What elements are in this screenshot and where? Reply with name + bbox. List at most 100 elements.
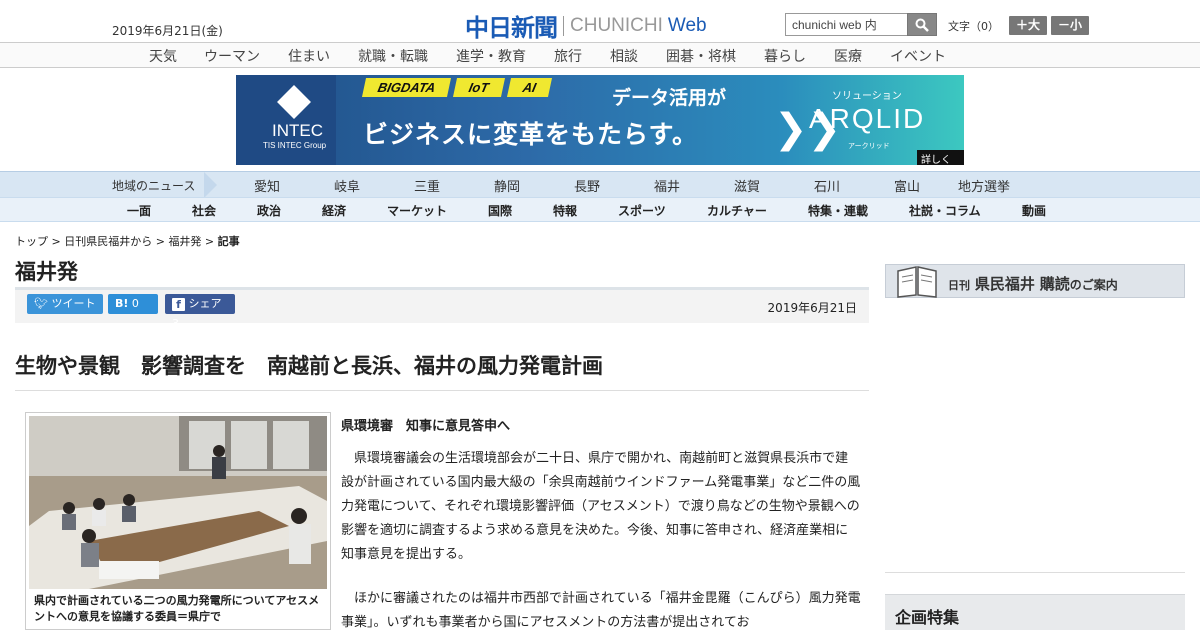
genre-nav-item[interactable]: 囲碁・将棋 bbox=[666, 46, 736, 66]
breadcrumb-separator: > bbox=[201, 235, 218, 248]
logo-english: CHUNICHI bbox=[570, 14, 663, 36]
open-book-icon bbox=[897, 266, 937, 298]
genre-nav-item[interactable]: 進学・教育 bbox=[456, 46, 526, 66]
region-nav-item[interactable]: 長野 bbox=[574, 176, 600, 195]
sidebar-divider bbox=[885, 572, 1185, 573]
category-nav-item[interactable]: カルチャー bbox=[707, 202, 767, 219]
site-header: 2019年6月21日(金) 中日新聞 CHUNICHI Web 文字（0） ＋大… bbox=[0, 0, 1200, 42]
article-headline: 生物や景観 影響調査を 南越前と長浜、福井の風力発電計画 bbox=[15, 354, 603, 378]
photo-caption: 県内で計画されている二つの風力発電所についてアセスメントへの意見を協議する委員＝… bbox=[34, 594, 320, 623]
category-nav-item[interactable]: 社説・コラム bbox=[909, 202, 981, 219]
article-paragraph: 県環境審議会の生活環境部会が二十日、県庁で開かれ、南越前町と滋賀県長浜市で建設が… bbox=[341, 451, 861, 562]
facebook-share-label: シェア bbox=[188, 297, 222, 310]
region-nav-item[interactable]: 富山 bbox=[894, 176, 920, 195]
ad-tags: BIGDATA IoT AI bbox=[361, 78, 556, 97]
ad-brand-sub: TIS INTEC Group bbox=[263, 141, 327, 150]
logo-web: Web bbox=[667, 14, 707, 36]
site-logo[interactable]: 中日新聞 CHUNICHI Web bbox=[465, 8, 707, 43]
ad-more-button[interactable]: 詳しくは bbox=[917, 150, 964, 165]
share-bar: 🐦︎ ツイート B! 0 f シェア 3 2019年6月21日 bbox=[15, 290, 869, 330]
category-nav-item[interactable]: 経済 bbox=[322, 202, 346, 219]
banner-prefix: 日刊 bbox=[948, 279, 970, 292]
font-smaller-button[interactable]: －小 bbox=[1051, 16, 1090, 35]
logo-kanji: 中日新聞 bbox=[465, 13, 558, 42]
region-nav-item[interactable]: 愛知 bbox=[254, 176, 280, 195]
breadcrumb-separator: > bbox=[152, 235, 169, 248]
ad-product-kana: アークリッド bbox=[848, 142, 890, 150]
hatena-count: 0 bbox=[131, 297, 139, 310]
ad-solution-label: ソリューション bbox=[832, 91, 902, 102]
category-nav-item[interactable]: 社会 bbox=[192, 202, 216, 219]
tweet-label: ツイート bbox=[51, 297, 96, 310]
ad-tag: IoT bbox=[453, 78, 505, 97]
hatena-bookmark-button[interactable]: B! 0 bbox=[108, 294, 158, 314]
facebook-share-count: 3 bbox=[172, 317, 179, 330]
genre-nav-item[interactable]: 医療 bbox=[834, 46, 862, 66]
feature-section-header: 企画特集 bbox=[885, 594, 1185, 630]
ad-product-name: ARQLID bbox=[809, 103, 926, 134]
article-photo-figure: 県内で計画されている二つの風力発電所についてアセスメントへの意見を協議する委員＝… bbox=[25, 412, 331, 630]
arrow-right-icon bbox=[204, 172, 224, 198]
category-nav-item[interactable]: 特集・連載 bbox=[808, 202, 868, 219]
logo-divider bbox=[563, 15, 564, 36]
region-nav-item[interactable]: 石川 bbox=[814, 176, 840, 195]
subscription-banner[interactable]: 日刊 県民福井 購読のご案内 bbox=[885, 264, 1185, 298]
genre-nav-item[interactable]: ウーマン bbox=[204, 46, 260, 66]
category-nav-item[interactable]: マーケット bbox=[387, 202, 447, 219]
breadcrumb-parent[interactable]: 日刊県民福井から bbox=[64, 235, 152, 248]
ad-banner[interactable]: INTEC TIS INTEC Group BIGDATA IoT AI データ… bbox=[236, 75, 964, 165]
font-size-label: 文字（0） bbox=[948, 19, 999, 33]
twitter-icon: 🐦︎ bbox=[34, 297, 48, 310]
search-button[interactable] bbox=[907, 13, 937, 36]
region-nav-item[interactable]: 福井 bbox=[654, 176, 680, 195]
region-nav-item[interactable]: 滋賀 bbox=[734, 176, 760, 195]
breadcrumb-separator: > bbox=[48, 235, 65, 248]
category-nav-item[interactable]: 動画 bbox=[1022, 202, 1046, 219]
article-paragraph: ほかに審議されたのは福井市西部で計画されている「福井金毘羅（こんぴら）風力発電事… bbox=[341, 591, 861, 630]
genre-nav-item[interactable]: イベント bbox=[890, 46, 946, 66]
ad-tag: BIGDATA bbox=[361, 78, 452, 97]
subscription-banner-text: 日刊 県民福井 購読のご案内 bbox=[948, 273, 1118, 294]
category-nav-item[interactable]: 政治 bbox=[257, 202, 281, 219]
ad-brand: INTEC bbox=[272, 121, 323, 140]
region-nav-item[interactable]: 地方選挙 bbox=[958, 176, 1010, 195]
category-nav-item[interactable]: 特報 bbox=[553, 202, 577, 219]
genre-nav-item[interactable]: 住まい bbox=[288, 46, 330, 66]
banner-paper-name: 県民福井 bbox=[974, 275, 1035, 293]
facebook-share-button[interactable]: f シェア 3 bbox=[165, 294, 235, 330]
region-nav-label: 地域のニュース bbox=[112, 179, 196, 193]
genre-nav-item[interactable]: 就職・転職 bbox=[358, 46, 428, 66]
ad-headline-2: ビジネスに変革をもたらす。 bbox=[363, 120, 699, 149]
article-date: 2019年6月21日 bbox=[767, 301, 857, 315]
region-nav-item[interactable]: 三重 bbox=[414, 176, 440, 195]
article-photo[interactable] bbox=[29, 416, 327, 589]
breadcrumb-section[interactable]: 福井発 bbox=[168, 235, 201, 248]
breadcrumb-current: 記事 bbox=[217, 235, 240, 248]
category-nav-item[interactable]: スポーツ bbox=[618, 202, 666, 219]
search-input[interactable] bbox=[785, 13, 907, 36]
intec-logo-icon bbox=[277, 85, 311, 119]
site-search bbox=[785, 13, 937, 36]
category-nav-item[interactable]: 国際 bbox=[488, 202, 512, 219]
feature-section-title: 企画特集 bbox=[895, 608, 960, 627]
genre-nav-item[interactable]: 相談 bbox=[610, 46, 638, 66]
region-nav-item[interactable]: 岐阜 bbox=[334, 176, 360, 195]
breadcrumb: トップ > 日刊県民福井から > 福井発 > 記事 bbox=[15, 233, 240, 249]
banner-subscribe: 購読 bbox=[1039, 275, 1070, 293]
current-date: 2019年6月21日(金) bbox=[112, 24, 223, 38]
genre-nav-item[interactable]: 旅行 bbox=[554, 46, 582, 66]
genre-nav: 天気 ウーマン 住まい 就職・転職 進学・教育 旅行 相談 囲碁・将棋 暮らし … bbox=[0, 42, 1200, 68]
tweet-button[interactable]: 🐦︎ ツイート bbox=[27, 294, 103, 314]
font-size-control: 文字（0） ＋大 －小 bbox=[948, 16, 1090, 35]
genre-nav-item[interactable]: 天気 bbox=[149, 46, 177, 66]
font-larger-button[interactable]: ＋大 bbox=[1009, 16, 1048, 35]
article-subhead: 県環境審 知事に意見答申へ bbox=[341, 419, 511, 434]
headline-divider bbox=[15, 390, 869, 391]
ad-brand-block: INTEC TIS INTEC Group bbox=[236, 75, 336, 165]
genre-nav-item[interactable]: 暮らし bbox=[764, 46, 806, 66]
region-nav-item[interactable]: 静岡 bbox=[494, 176, 520, 195]
ad-tag: AI bbox=[506, 78, 552, 97]
category-nav-item[interactable]: 一面 bbox=[127, 202, 151, 219]
breadcrumb-top[interactable]: トップ bbox=[15, 235, 48, 248]
section-title: 福井発 bbox=[15, 260, 78, 284]
